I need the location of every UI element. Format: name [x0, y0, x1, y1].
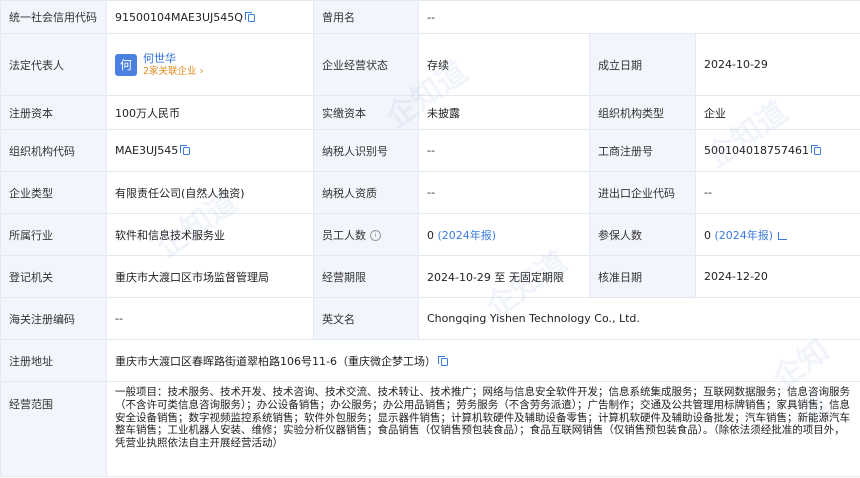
employee-count-value: 0	[427, 228, 434, 242]
copy-icon[interactable]	[810, 145, 821, 155]
registered-capital-value: 100万人民币	[106, 95, 314, 130]
copy-icon[interactable]	[437, 355, 448, 366]
business-reg-no-label: 工商注册号	[589, 129, 696, 172]
org-code-cell: MAE3UJ545	[106, 129, 314, 172]
table-row: 登记机关 重庆市大渡口区市场监督管理局 经营期限 2024-10-29 至 无固…	[0, 255, 860, 298]
company-type-label: 企业类型	[0, 171, 107, 214]
org-code-label: 组织机构代码	[0, 129, 107, 172]
registered-address-label: 注册地址	[0, 339, 107, 382]
table-row: 经营范围 一般项目：技术服务、技术开发、技术咨询、技术交流、技术转让、技术推广；…	[0, 381, 860, 477]
founded-date-value: 2024-10-29	[694, 33, 860, 96]
business-reg-no-cell: 500104018757461	[694, 129, 860, 172]
former-name-value: --	[417, 0, 860, 34]
annual-report-link[interactable]: (2024年报)	[715, 229, 774, 242]
founded-date-label: 成立日期	[589, 33, 696, 96]
table-row: 注册资本 100万人民币 实缴资本 未披露 组织机构类型 企业	[0, 95, 860, 130]
org-type-label: 组织机构类型	[589, 95, 696, 130]
credit-code-value: 91500104MAE3UJ545Q	[115, 10, 243, 24]
table-row: 法定代表人 何何世华 2家关联企业 › 企业经营状态 存续 成立日期 2024-1…	[0, 33, 860, 96]
registration-authority-value: 重庆市大渡口区市场监督管理局	[106, 255, 314, 298]
taxpayer-qualification-label: 纳税人资质	[313, 171, 419, 214]
legal-rep-label: 法定代表人	[0, 33, 107, 96]
business-term-value: 2024-10-29 至 无固定期限	[418, 255, 590, 298]
business-term-label: 经营期限	[313, 255, 419, 298]
registered-address-value: 重庆市大渡口区春晖路街道翠柏路106号11-6（重庆微企梦工场）	[115, 354, 436, 368]
insured-count-value: 0	[704, 228, 711, 242]
employee-count-label-cell: 员工人数 i	[313, 213, 419, 256]
former-name-label: 曾用名	[313, 0, 419, 34]
table-row: 企业类型 有限责任公司(自然人独资) 纳税人资质 -- 进出口企业代码 --	[0, 171, 860, 214]
copy-icon[interactable]	[180, 145, 191, 155]
table-row: 注册地址 重庆市大渡口区春晖路街道翠柏路106号11-6（重庆微企梦工场）	[0, 339, 860, 382]
table-row: 统一社会信用代码 91500104MAE3UJ545Q 曾用名 --	[0, 0, 860, 34]
credit-code-label: 统一社会信用代码	[0, 0, 107, 34]
org-code-value: MAE3UJ545	[115, 144, 179, 157]
approval-date-label: 核准日期	[589, 255, 696, 298]
credit-code-cell: 91500104MAE3UJ545Q	[106, 0, 314, 34]
taxpayer-id-label: 纳税人识别号	[313, 129, 419, 172]
business-reg-no-value: 500104018757461	[704, 144, 809, 157]
employee-count-cell: 0 (2024年报)	[418, 213, 590, 256]
trend-chart-icon[interactable]	[778, 231, 788, 240]
taxpayer-id-value: --	[418, 129, 590, 172]
legal-rep-name-link[interactable]: 何世华	[143, 52, 203, 65]
table-row: 海关注册编码 -- 英文名 Chongqing Yishen Technolog…	[0, 297, 860, 340]
annual-report-link[interactable]: (2024年报)	[438, 229, 497, 242]
org-type-value: 企业	[694, 95, 860, 130]
paid-capital-value: 未披露	[418, 95, 590, 130]
insured-count-cell: 0 (2024年报)	[694, 213, 860, 256]
registered-address-cell: 重庆市大渡口区春晖路街道翠柏路106号11-6（重庆微企梦工场）	[105, 339, 860, 382]
import-export-code-value: --	[694, 171, 860, 214]
registration-authority-label: 登记机关	[0, 255, 107, 298]
legal-rep-cell: 何何世华 2家关联企业 ›	[106, 33, 314, 96]
import-export-code-label: 进出口企业代码	[589, 171, 696, 214]
approval-date-value: 2024-12-20	[694, 255, 860, 298]
taxpayer-qualification-value: --	[418, 171, 590, 214]
insured-count-label: 参保人数	[589, 213, 696, 256]
english-name-value: Chongqing Yishen Technology Co., Ltd.	[417, 297, 860, 340]
company-type-value: 有限责任公司(自然人独资)	[106, 171, 314, 214]
english-name-label: 英文名	[313, 297, 419, 340]
business-scope-label: 经营范围	[0, 381, 107, 477]
avatar[interactable]: 何	[115, 53, 137, 76]
employee-count-label: 员工人数	[322, 228, 366, 242]
paid-capital-label: 实缴资本	[313, 95, 419, 130]
status-label: 企业经营状态	[313, 33, 419, 96]
customs-code-value: --	[106, 297, 314, 340]
industry-value: 软件和信息技术服务业	[106, 213, 314, 256]
status-value: 存续	[418, 33, 590, 96]
business-scope-value: 一般项目：技术服务、技术开发、技术咨询、技术交流、技术转让、技术推广；网络与信息…	[105, 381, 860, 477]
table-row: 所属行业 软件和信息技术服务业 员工人数 i 0 (2024年报) 参保人数 0 …	[0, 213, 860, 256]
registered-capital-label: 注册资本	[0, 95, 107, 130]
info-icon[interactable]: i	[370, 230, 381, 241]
related-companies-link[interactable]: 2家关联企业 ›	[143, 65, 203, 78]
table-row: 组织机构代码 MAE3UJ545 纳税人识别号 -- 工商注册号 5001040…	[0, 129, 860, 172]
copy-icon[interactable]	[244, 11, 255, 22]
customs-code-label: 海关注册编码	[0, 297, 107, 340]
industry-label: 所属行业	[0, 213, 107, 256]
company-info-table: 统一社会信用代码 91500104MAE3UJ545Q 曾用名 -- 法定代表人…	[0, 0, 860, 477]
